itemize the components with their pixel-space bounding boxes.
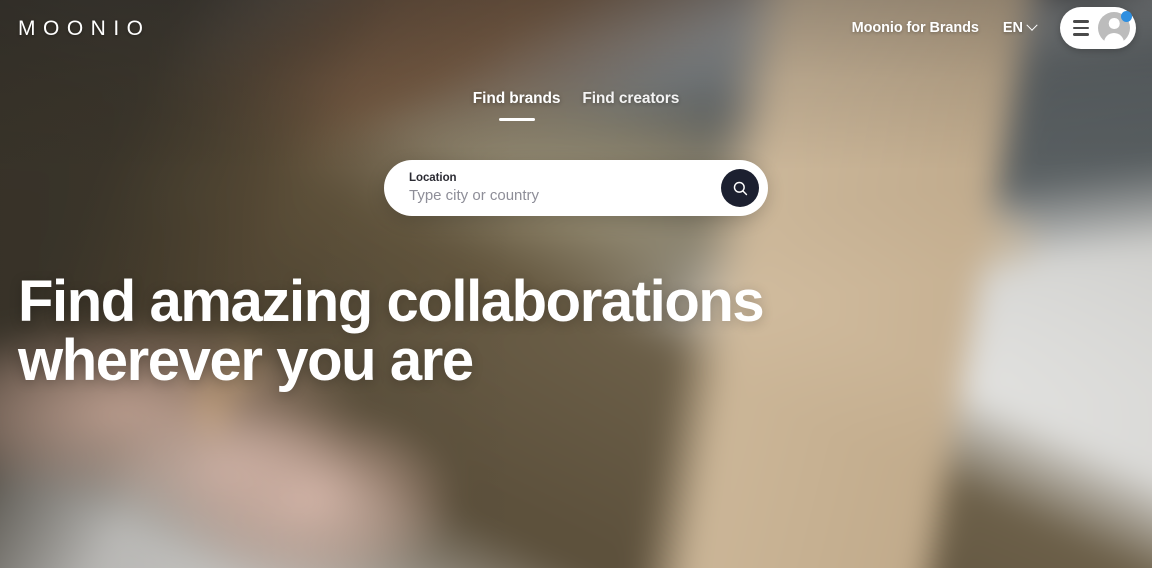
- nav-link-moonio-for-brands[interactable]: Moonio for Brands: [852, 20, 979, 36]
- search-mode-tabs: Find brands Find creators: [0, 90, 1152, 121]
- hamburger-line: [1073, 26, 1089, 30]
- avatar-head: [1108, 18, 1120, 29]
- search-icon: [733, 181, 747, 195]
- hero-section: MOONIO Moonio for Brands EN Find brands …: [0, 0, 1152, 568]
- location-search-field[interactable]: Location Type city or country: [409, 172, 721, 204]
- avatar-body: [1104, 33, 1124, 44]
- logo-moonio[interactable]: MOONIO: [18, 18, 151, 39]
- hamburger-line: [1073, 20, 1089, 23]
- tab-find-brands[interactable]: Find brands: [473, 90, 561, 121]
- location-search-input[interactable]: Type city or country: [409, 187, 721, 204]
- notification-badge: [1121, 11, 1132, 22]
- hero-headline: Find amazing collaborations wherever you…: [18, 269, 765, 393]
- tab-find-creators[interactable]: Find creators: [582, 90, 679, 121]
- search-bar-container: Location Type city or country: [0, 160, 1152, 216]
- header-nav: Moonio for Brands EN: [852, 7, 1136, 49]
- site-header: MOONIO Moonio for Brands EN: [0, 0, 1152, 56]
- hero-headline-line-1: Find amazing collaborations: [18, 269, 765, 334]
- hero-headline-line-2: wherever you are: [18, 328, 474, 393]
- hamburger-menu-icon[interactable]: [1073, 20, 1092, 36]
- account-menu-pill[interactable]: [1060, 7, 1136, 49]
- location-search-bar[interactable]: Location Type city or country: [384, 160, 768, 216]
- chevron-down-icon: [1026, 19, 1038, 31]
- user-avatar-icon[interactable]: [1098, 11, 1132, 44]
- search-submit-button[interactable]: [721, 169, 759, 207]
- search-field-label: Location: [409, 172, 457, 185]
- hamburger-line: [1073, 33, 1089, 36]
- language-selector[interactable]: EN: [1002, 19, 1038, 36]
- language-selector-label: EN: [1002, 20, 1023, 36]
